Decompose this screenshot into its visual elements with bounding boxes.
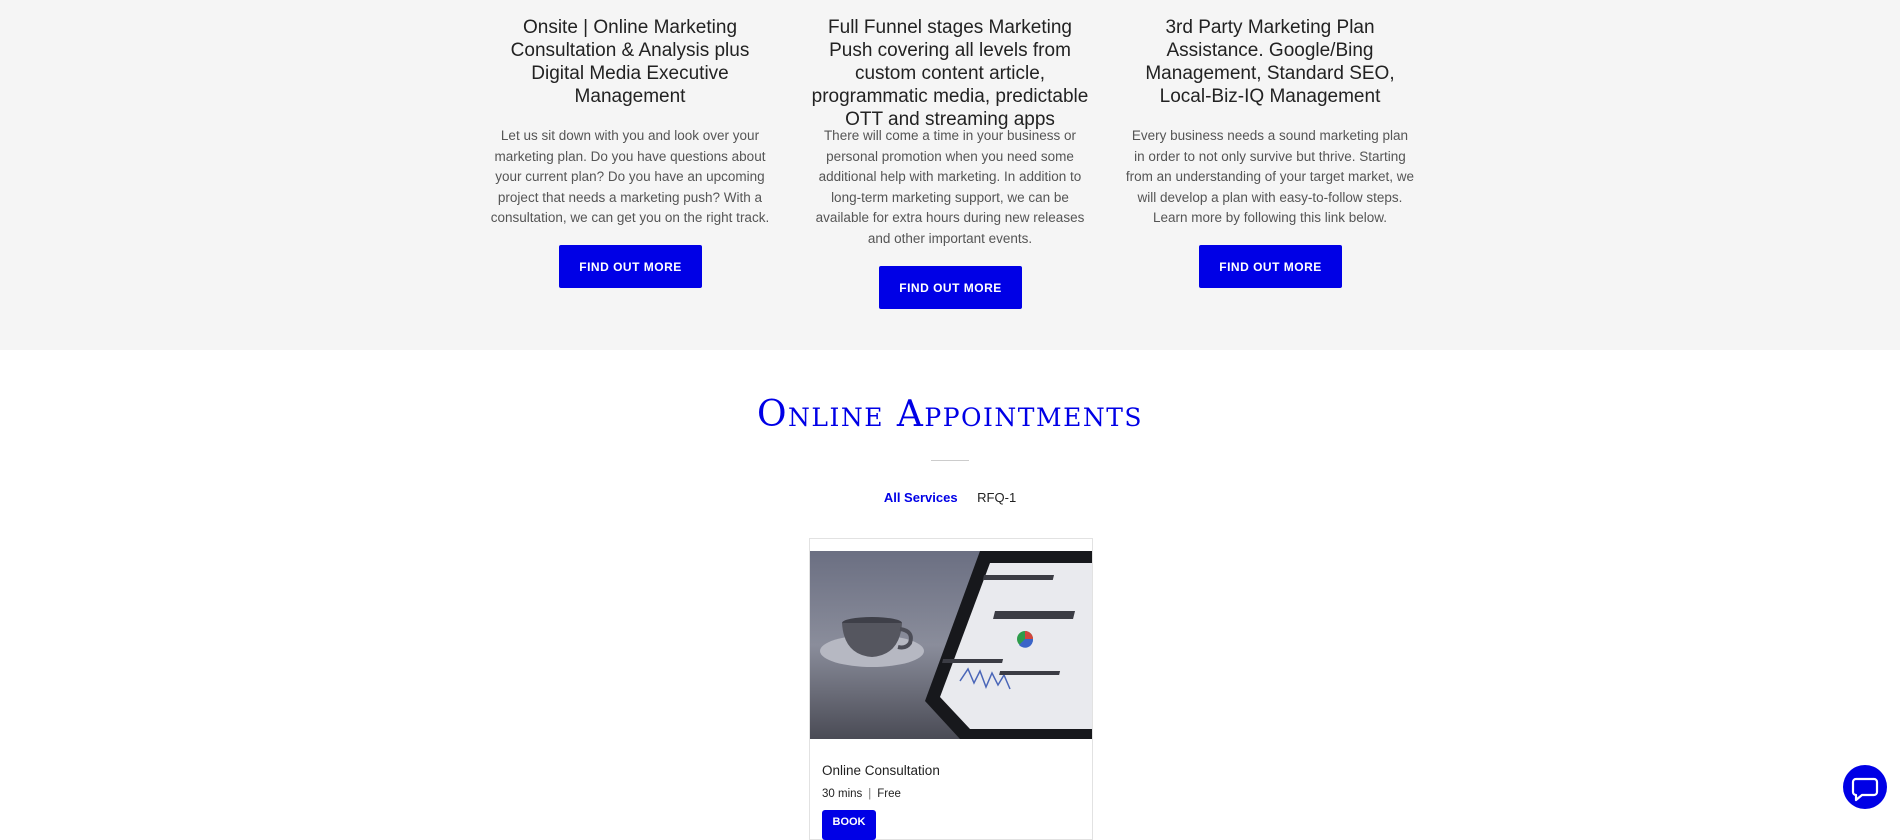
- service-duration: 30 mins: [822, 788, 863, 800]
- find-out-more-button[interactable]: FIND OUT MORE: [879, 266, 1022, 309]
- service-description: Every business needs a sound marketing p…: [1125, 128, 1415, 225]
- chat-bubble-icon: [1851, 777, 1879, 802]
- service-meta: 30 mins | Free: [822, 788, 901, 800]
- section-title: Online Appointments: [756, 394, 1144, 435]
- find-out-more-button[interactable]: FIND OUT MORE: [559, 245, 702, 288]
- find-out-more-button[interactable]: FIND OUT MORE: [1199, 245, 1342, 288]
- service-card[interactable]: Online Consultation 30 mins | Free BOOK: [809, 538, 1093, 840]
- service-tabs: All Services RFQ-1: [0, 490, 1900, 505]
- book-button[interactable]: BOOK: [822, 810, 876, 840]
- service-title: Onsite | Online Marketing Consultation &…: [510, 17, 750, 107]
- service-column-onsite: Onsite | Online Marketing Consultation &…: [485, 0, 775, 288]
- title-divider: [931, 460, 969, 461]
- chat-button[interactable]: [1843, 765, 1887, 809]
- service-column-full-funnel: Full Funnel stages Marketing Push coveri…: [805, 0, 1095, 309]
- service-price: Free: [877, 788, 901, 800]
- tab-all-services[interactable]: All Services: [884, 490, 958, 505]
- service-title: Full Funnel stages Marketing Push coveri…: [811, 17, 1089, 130]
- service-description: There will come a time in your business …: [815, 128, 1085, 246]
- services-section: Onsite | Online Marketing Consultation &…: [0, 0, 1900, 350]
- service-image: [810, 551, 1092, 739]
- service-name: Online Consultation: [822, 763, 940, 778]
- tab-rfq-1[interactable]: RFQ-1: [977, 490, 1016, 505]
- service-column-third-party: 3rd Party Marketing Plan Assistance. Goo…: [1125, 0, 1415, 288]
- service-title: 3rd Party Marketing Plan Assistance. Goo…: [1145, 17, 1395, 107]
- meta-separator: |: [868, 788, 872, 800]
- service-description: Let us sit down with you and look over y…: [490, 128, 770, 225]
